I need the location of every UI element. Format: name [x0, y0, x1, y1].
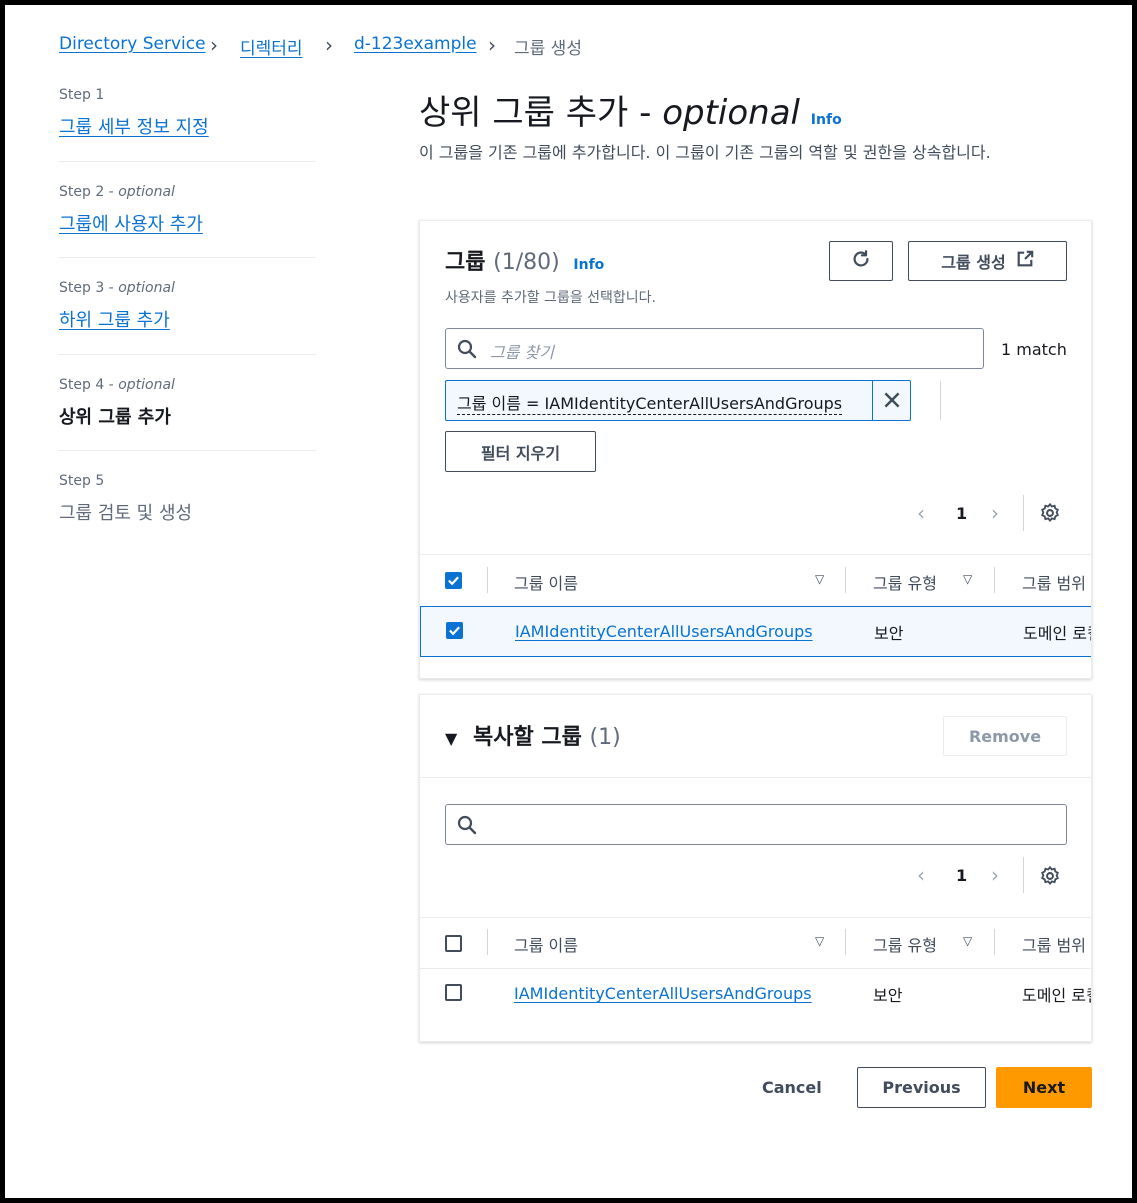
groups-count: (1/80): [493, 250, 560, 275]
sort-icon[interactable]: ▽: [963, 934, 972, 948]
previous-page-icon[interactable]: ‹: [917, 501, 925, 525]
sort-icon[interactable]: ▽: [815, 572, 824, 586]
info-link[interactable]: Info: [573, 257, 604, 273]
match-count: 1 match: [1001, 340, 1067, 359]
close-icon[interactable]: [881, 389, 903, 415]
settings-gear-icon[interactable]: [1039, 865, 1061, 891]
group-search-input[interactable]: 그룹 찾기: [445, 328, 984, 369]
breadcrumb-directory-service[interactable]: Directory Service: [59, 34, 206, 54]
row-checkbox[interactable]: [445, 984, 462, 1001]
step-5-label: Step 5: [59, 473, 105, 489]
refresh-icon: [850, 248, 872, 274]
step-1-label: Step 1: [59, 87, 105, 103]
step-1-link[interactable]: 그룹 세부 정보 지정: [59, 113, 209, 139]
row-checkbox[interactable]: [446, 622, 463, 639]
search-icon: [457, 815, 477, 839]
info-link[interactable]: Info: [811, 112, 842, 128]
column-group-name[interactable]: 그룹 이름: [514, 932, 578, 956]
divider: [59, 161, 316, 162]
table-row[interactable]: IAMIdentityCenterAllUsersAndGroups 보안 도메…: [420, 969, 1091, 1019]
column-group-type[interactable]: 그룹 유형: [873, 932, 937, 956]
settings-gear-icon[interactable]: [1039, 502, 1061, 528]
column-group-name[interactable]: 그룹 이름: [514, 570, 578, 594]
breadcrumb-directory-id[interactable]: d-123example: [354, 34, 477, 54]
chevron-right-icon: ›: [488, 33, 496, 57]
create-group-label: 그룹 생성: [941, 253, 1006, 272]
select-all-checkbox[interactable]: [445, 935, 462, 952]
page-number[interactable]: 1: [956, 504, 967, 523]
chevron-right-icon: ›: [210, 33, 218, 57]
copy-panel-title: 복사할 그룹: [472, 725, 582, 750]
clear-filter-button[interactable]: 필터 지우기: [445, 431, 596, 472]
step-5-title: 그룹 검토 및 생성: [59, 503, 193, 524]
group-type: 보안: [874, 624, 904, 643]
breadcrumb-directories[interactable]: 디렉터리: [240, 34, 303, 59]
select-all-checkbox[interactable]: [445, 572, 462, 589]
group-type: 보안: [873, 986, 903, 1005]
column-group-type[interactable]: 그룹 유형: [873, 570, 937, 594]
copy-panel-header[interactable]: ▼ 복사할 그룹 (1): [445, 719, 621, 751]
filter-token-label: 그룹 이름 = IAMIdentityCenterAllUsersAndGrou…: [457, 390, 843, 415]
copy-groups-panel: ▼ 복사할 그룹 (1) Remove ‹ 1 › 그룹 이름 ▽ 그룹 유형 …: [419, 694, 1092, 1042]
sort-icon[interactable]: ▽: [815, 934, 824, 948]
copy-search-input[interactable]: [445, 804, 1067, 845]
previous-page-icon[interactable]: ‹: [917, 863, 925, 887]
group-scope: 도메인 로컬: [1023, 624, 1091, 643]
search-placeholder: 그룹 찾기: [490, 343, 554, 362]
step-2-label: Step 2 - optional: [59, 184, 175, 200]
group-scope: 도메인 로컬: [1022, 986, 1091, 1005]
page-number[interactable]: 1: [956, 866, 967, 885]
chevron-right-icon: ›: [325, 33, 333, 57]
groups-panel: 그룹 (1/80) Info 사용자를 추가할 그룹을 선택합니다. 그룹 생성…: [419, 220, 1092, 679]
page-description: 이 그룹을 기존 그룹에 추가합니다. 이 그룹이 기존 그룹의 역할 및 권한…: [419, 143, 991, 162]
divider: [59, 354, 316, 355]
groups-panel-subtitle: 사용자를 추가할 그룹을 선택합니다.: [445, 290, 656, 306]
next-button[interactable]: Next: [996, 1067, 1092, 1108]
remove-button[interactable]: Remove: [943, 716, 1067, 756]
groups-panel-title: 그룹 (1/80) Info: [445, 250, 605, 275]
refresh-button[interactable]: [829, 241, 893, 281]
column-group-scope[interactable]: 그룹 범위: [1022, 570, 1086, 594]
step-2-link[interactable]: 그룹에 사용자 추가: [59, 210, 203, 236]
divider: [59, 257, 316, 258]
next-page-icon[interactable]: ›: [991, 501, 999, 525]
step-3-label: Step 3 - optional: [59, 280, 175, 296]
group-name-link[interactable]: IAMIdentityCenterAllUsersAndGroups: [515, 622, 813, 641]
external-link-icon: [1016, 250, 1034, 272]
breadcrumb-current: 그룹 생성: [514, 39, 582, 59]
cancel-button[interactable]: Cancel: [762, 1078, 822, 1097]
step-3-link[interactable]: 하위 그룹 추가: [59, 306, 170, 332]
step-4-current: 상위 그룹 추가: [59, 407, 171, 428]
divider: [59, 450, 316, 451]
previous-button[interactable]: Previous: [857, 1067, 986, 1108]
caret-down-icon: ▼: [445, 729, 458, 748]
step-4-label: Step 4 - optional: [59, 377, 175, 393]
table-row[interactable]: IAMIdentityCenterAllUsersAndGroups 보안 도메…: [420, 606, 1091, 657]
filter-token[interactable]: 그룹 이름 = IAMIdentityCenterAllUsersAndGrou…: [445, 380, 911, 421]
window: Directory Service › 디렉터리 › d-123example …: [0, 0, 1137, 1203]
next-page-icon[interactable]: ›: [991, 863, 999, 887]
sort-icon[interactable]: ▽: [963, 572, 972, 586]
column-group-scope[interactable]: 그룹 범위: [1022, 932, 1086, 956]
create-group-button[interactable]: 그룹 생성: [908, 241, 1067, 281]
page-title: 상위 그룹 추가 - optional Info: [419, 93, 842, 133]
copy-count: (1): [589, 725, 621, 750]
search-icon: [457, 339, 477, 363]
group-name-link[interactable]: IAMIdentityCenterAllUsersAndGroups: [514, 984, 812, 1003]
